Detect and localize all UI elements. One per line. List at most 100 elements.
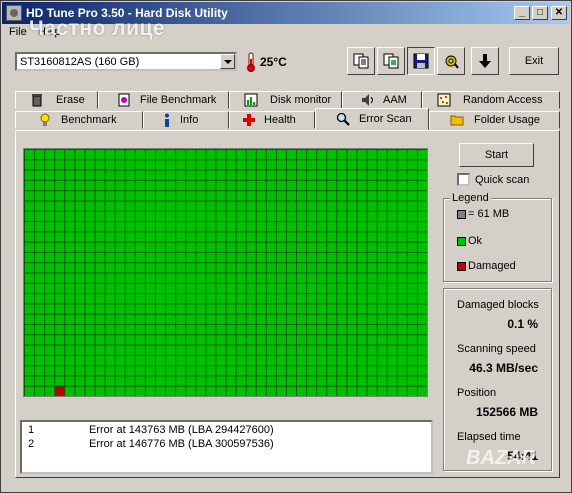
ok-block	[246, 232, 256, 242]
ok-block	[297, 232, 307, 242]
ok-block	[407, 201, 417, 211]
ok-block	[25, 273, 35, 283]
ok-block	[357, 366, 367, 376]
ok-block	[337, 180, 347, 191]
ok-block	[115, 386, 125, 396]
ok-block	[105, 345, 115, 355]
ok-block	[307, 170, 317, 180]
ok-block	[166, 314, 176, 324]
ok-block	[186, 191, 196, 201]
ok-block	[307, 273, 317, 283]
ok-block	[297, 201, 307, 211]
ok-block	[155, 150, 166, 160]
update-button[interactable]	[471, 47, 499, 75]
copy-text-icon	[353, 53, 369, 69]
tab-health[interactable]: Health	[229, 111, 315, 129]
ok-block	[246, 242, 256, 252]
ok-block	[236, 232, 246, 242]
ok-block	[256, 283, 266, 294]
ok-block	[145, 160, 155, 170]
ok-block	[286, 211, 297, 222]
ok-block	[236, 160, 246, 170]
health-cross-icon	[243, 114, 255, 126]
ok-block	[196, 180, 206, 191]
ok-block	[347, 304, 357, 314]
ok-block	[55, 170, 65, 180]
ok-block	[337, 273, 347, 283]
ok-block	[206, 232, 216, 242]
ok-block	[115, 222, 125, 232]
ok-block	[75, 150, 85, 160]
ok-block	[387, 386, 397, 396]
file-benchmark-icon	[118, 93, 130, 107]
tab-info[interactable]: Info	[143, 111, 229, 129]
tab-error-scan[interactable]: Error Scan	[315, 108, 429, 130]
tab-erase[interactable]: Erase	[15, 91, 98, 109]
ok-block	[407, 314, 417, 324]
ok-block	[206, 355, 216, 366]
ok-block	[25, 211, 35, 222]
ok-block	[357, 150, 367, 160]
ok-block	[186, 304, 196, 314]
copy-text-button[interactable]	[347, 47, 375, 75]
exit-button[interactable]: Exit	[509, 47, 559, 75]
tab-benchmark[interactable]: Benchmark	[15, 111, 143, 129]
ok-block	[397, 355, 407, 366]
ok-block	[65, 345, 75, 355]
ok-block	[266, 324, 276, 335]
options-button[interactable]	[437, 47, 465, 75]
damaged-blocks-value: 0.1 %	[507, 317, 538, 331]
drive-select[interactable]: ST3160812AS (160 GB)	[15, 52, 237, 71]
tab-disk-monitor[interactable]: Disk monitor	[229, 91, 342, 109]
ok-block	[35, 304, 45, 314]
ok-block	[327, 355, 337, 366]
menu-file[interactable]: File	[9, 26, 27, 38]
ok-block	[307, 242, 317, 252]
ok-block	[65, 252, 75, 263]
ok-block	[216, 170, 226, 180]
ok-block	[276, 211, 286, 222]
ok-block	[347, 170, 357, 180]
ok-block	[206, 211, 216, 222]
save-button[interactable]	[407, 47, 435, 75]
close-button[interactable]: ✕	[551, 6, 567, 20]
ok-block	[347, 232, 357, 242]
maximize-button[interactable]: □	[532, 6, 548, 20]
ok-block	[297, 376, 307, 386]
ok-block	[256, 335, 266, 345]
ok-block	[297, 314, 307, 324]
error-log-list[interactable]: 1 Error at 143763 MB (LBA 294427600) 2 E…	[20, 420, 433, 474]
ok-block	[377, 273, 387, 283]
ok-block	[176, 366, 186, 376]
ok-block	[125, 324, 135, 335]
tab-random-access[interactable]: Random Access	[422, 91, 560, 109]
ok-block	[337, 355, 347, 366]
ok-block	[75, 283, 85, 294]
minimize-button[interactable]: _	[514, 6, 530, 20]
ok-block	[297, 263, 307, 273]
ok-block	[367, 232, 377, 242]
ok-block	[357, 191, 367, 201]
ok-block	[357, 273, 367, 283]
ok-block	[397, 232, 407, 242]
ok-block	[397, 242, 407, 252]
tab-folder-usage[interactable]: Folder Usage	[429, 111, 560, 129]
legend-ok-label: Ok	[468, 235, 483, 247]
tab-file-benchmark[interactable]: File Benchmark	[98, 91, 229, 109]
ok-block	[135, 335, 145, 345]
ok-block	[347, 273, 357, 283]
ok-block	[286, 242, 297, 252]
ok-block	[307, 355, 317, 366]
ok-block	[337, 335, 347, 345]
ok-block	[65, 314, 75, 324]
ok-block	[236, 191, 246, 201]
ok-block	[65, 283, 75, 294]
tab-aam[interactable]: AAM	[342, 91, 422, 109]
copy-screenshot-button[interactable]	[377, 47, 405, 75]
quick-scan-checkbox[interactable]	[457, 173, 470, 186]
ok-block	[317, 191, 327, 201]
ok-block	[347, 191, 357, 201]
start-button[interactable]: Start	[459, 143, 534, 167]
chevron-down-icon[interactable]	[220, 54, 235, 69]
ok-block	[266, 150, 276, 160]
